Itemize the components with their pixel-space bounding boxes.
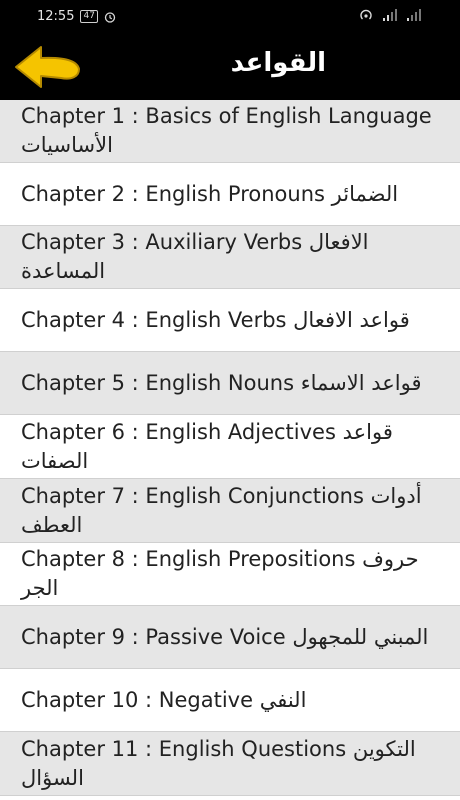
list-item[interactable]: Chapter 1 : Basics of English Language ا… [0, 100, 460, 163]
list-item[interactable]: Chapter 10 : Negative النفي [0, 669, 460, 732]
status-time: 12:55 [37, 9, 75, 24]
chapter-list: Chapter 1 : Basics of English Language ا… [0, 100, 460, 796]
list-item-label: Chapter 1 : Basics of English Language ا… [21, 104, 432, 157]
status-bar: 12:55 47 [0, 0, 460, 34]
list-item-label: Chapter 8 : English Prepositions حروف ال… [21, 547, 419, 600]
status-left: 12:55 47 [37, 9, 116, 24]
arrow-left-icon [15, 46, 80, 88]
list-item-label: Chapter 6 : English Adjectives قواعد الص… [21, 419, 393, 473]
list-item-label: Chapter 11 : English Questions التكوين ا… [21, 736, 416, 790]
list-item-label: Chapter 7 : English Conjunctions أدوات ا… [21, 483, 422, 537]
list-item[interactable]: Chapter 4 : English Verbs قواعد الافعال [0, 289, 460, 352]
signal-strength-icon-2 [407, 9, 421, 21]
list-item-label: Chapter 2 : English Pronouns الضمائر [21, 181, 399, 206]
list-item[interactable]: Chapter 2 : English Pronouns الضمائر [0, 163, 460, 226]
list-item[interactable]: Chapter 11 : English Questions التكوين ا… [0, 732, 460, 796]
back-button[interactable] [13, 43, 83, 91]
list-item[interactable]: Chapter 3 : Auxiliary Verbs الافعال المس… [0, 226, 460, 289]
page-title: القواعد [230, 48, 326, 78]
list-item-label: Chapter 5 : English Nouns قواعد الاسماء [21, 370, 422, 395]
list-item[interactable]: Chapter 9 : Passive Voice المبني للمجهول [0, 606, 460, 669]
battery-indicator: 47 [80, 10, 98, 23]
list-item[interactable]: Chapter 8 : English Prepositions حروف ال… [0, 543, 460, 606]
list-item-label: Chapter 3 : Auxiliary Verbs الافعال المس… [21, 230, 369, 283]
list-item-label: Chapter 10 : Negative النفي [21, 687, 307, 712]
alarm-icon [104, 11, 116, 23]
list-item[interactable]: Chapter 7 : English Conjunctions أدوات ا… [0, 479, 460, 543]
toolbar: القواعد [0, 34, 460, 100]
list-item[interactable]: Chapter 6 : English Adjectives قواعد الص… [0, 415, 460, 479]
list-item-label: Chapter 9 : Passive Voice المبني للمجهول [21, 624, 429, 649]
list-item[interactable]: Chapter 5 : English Nouns قواعد الاسماء [0, 352, 460, 415]
hotspot-icon [360, 9, 372, 20]
list-item-label: Chapter 4 : English Verbs قواعد الافعال [21, 307, 410, 332]
signal-strength-icon-1 [383, 9, 397, 21]
status-right [358, 8, 422, 22]
